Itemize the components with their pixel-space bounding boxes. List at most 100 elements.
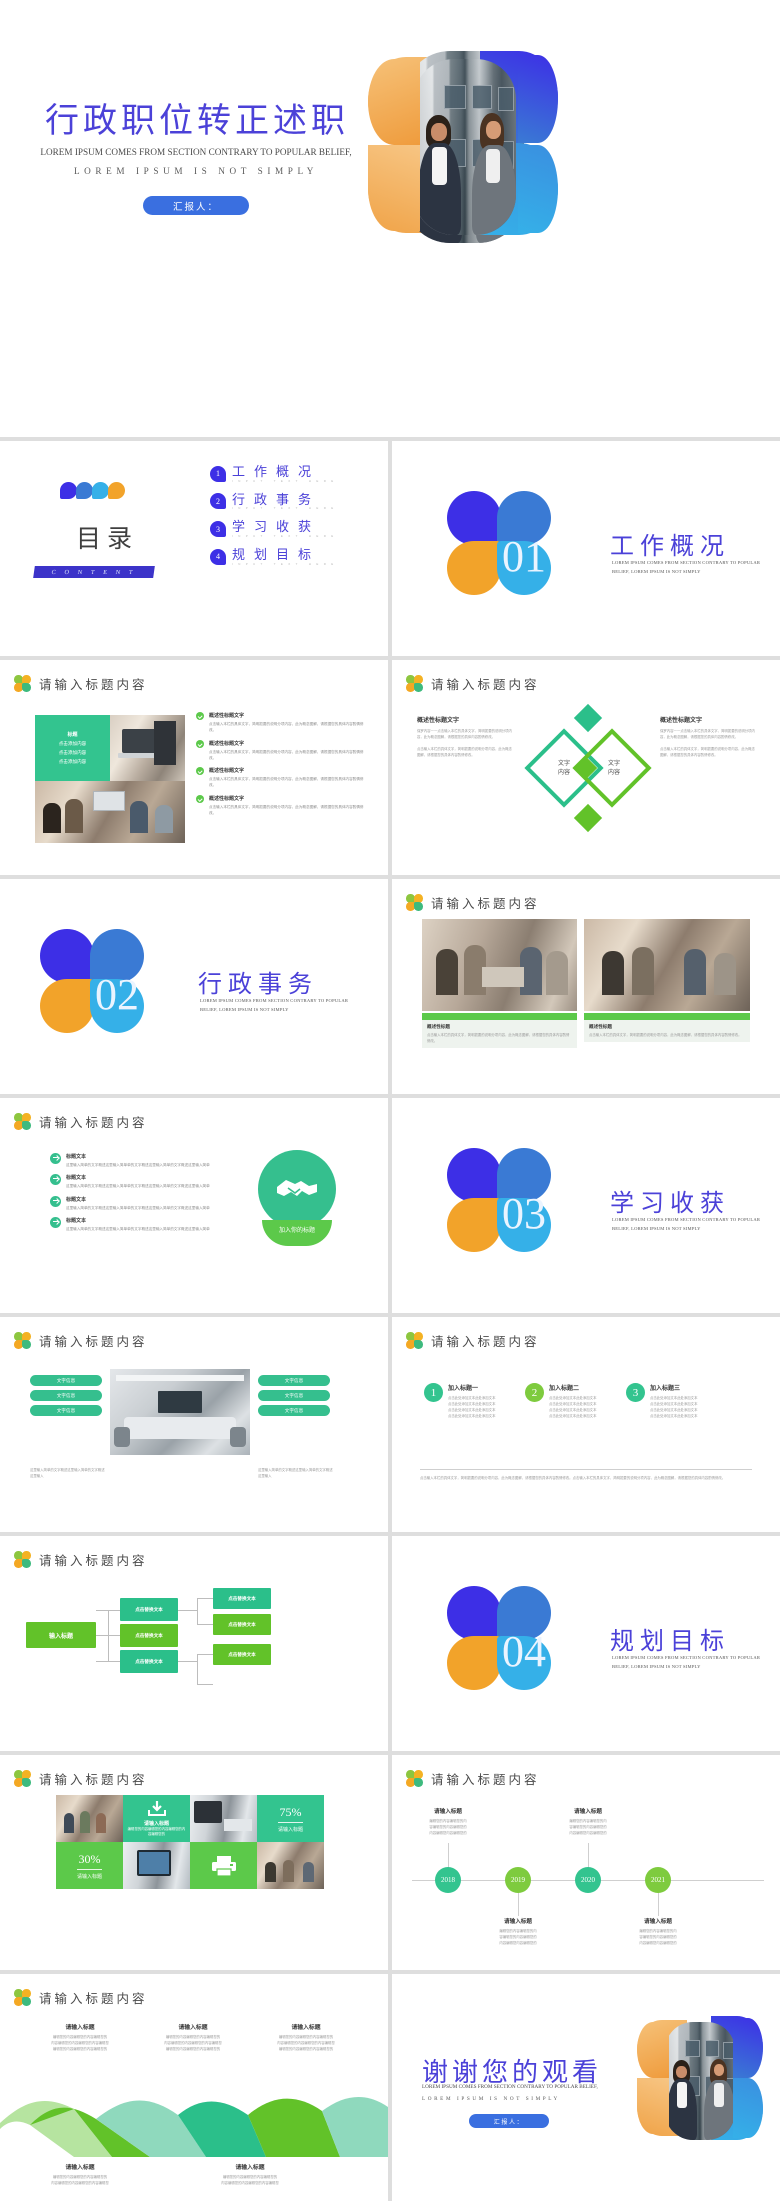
arrow-title: 标题文本 — [66, 1175, 87, 1182]
slide-room-tags: 请输入标题内容 文字信息 文字信息 文字信息 文字信息 文字信息 文字信息 这里… — [0, 1317, 388, 1532]
toc-item-2[interactable]: 2 行政事务 INPUT TEXT HERE — [210, 491, 339, 511]
tag-chip[interactable]: 文字信息 — [258, 1390, 330, 1401]
org-chart-graphic: 输入标题 点击替换文本 点击替换文本 点击替换文本 点击替换文本 点击替换文本 … — [0, 1536, 388, 1751]
cover-presenter-pill[interactable]: 汇报人： — [143, 196, 249, 215]
slide-title: 请输入标题内容 — [39, 1773, 148, 1787]
numbered-body: 点击此处添加文本此处添加文本 点击此处添加文本此处添加文本 点击此处添加文本此处… — [650, 1396, 698, 1419]
ribbon-title: 请输入标题 — [178, 2025, 208, 2031]
tag-chip[interactable]: 文字信息 — [258, 1375, 330, 1386]
slide-header: 请输入标题内容 — [406, 893, 540, 912]
caption-right-title: 概述性标题 — [589, 1024, 612, 1029]
org-node[interactable]: 点击替换文本 — [213, 1588, 271, 1609]
photo-laptop — [110, 715, 185, 781]
tile-download: 请输入标题 编辑您的内容编辑您的内容编辑您的内容编辑您的 — [123, 1795, 190, 1842]
slide-title: 请输入标题内容 — [431, 1773, 540, 1787]
photo-conference-room — [110, 1369, 250, 1455]
ribbon-title: 请输入标题 — [65, 2025, 95, 2031]
arrow-title: 标题文本 — [66, 1154, 87, 1160]
bullet-body: 点击输入本栏的具体文字，简明扼要的说明分项内容，此为概念图解，请根据您的具体内容… — [209, 777, 364, 788]
tag-chip[interactable]: 文字信息 — [30, 1390, 102, 1401]
toc-item-1[interactable]: 1 工作概况 INPUT TEXT HERE — [210, 465, 339, 483]
section-petal-graphic: 02 — [40, 929, 144, 1033]
tag-chip[interactable]: 文字信息 — [30, 1375, 102, 1386]
org-node[interactable]: 点击替换文本 — [213, 1644, 271, 1665]
diamond-right-label: 文字 内容 — [607, 761, 620, 776]
section-title: 学习收获 — [610, 1191, 730, 1217]
toc-item-number: 4 — [210, 548, 226, 565]
section-title: 工作概况 — [610, 534, 730, 560]
ribbon-body: 编辑您的内容编辑您的内容编辑您的 内容编辑您的内容编辑您的内容编辑您 编辑您的内… — [277, 2035, 335, 2052]
org-node[interactable]: 点击替换文本 — [120, 1624, 178, 1647]
numbered-title: 加入标题一 — [448, 1386, 479, 1392]
toc-dots — [60, 482, 126, 499]
slide-toc: 目录 C O N T E N T 1 工作概况 INPUT TEXT HERE … — [0, 441, 388, 656]
thanks-presenter-pill[interactable]: 汇报人： — [469, 2114, 549, 2128]
timeline-year[interactable]: 2019 — [505, 1867, 531, 1893]
ribbon-top-item-2: 请输入标题 编辑您的内容编辑您的内容编辑您的 内容编辑您的内容编辑您的内容编辑您… — [143, 2022, 243, 2052]
flower-icon — [14, 1989, 31, 2006]
section-petal-graphic: 04 — [447, 1586, 551, 1690]
tile-download-title: 请输入标题 — [143, 1820, 169, 1827]
arrow-right-icon — [50, 1195, 61, 1207]
slide-title: 请输入标题内容 — [39, 1116, 148, 1130]
slide-header: 请输入标题内容 — [406, 1331, 540, 1350]
ribbon-body: 编辑您的内容编辑您的内容编辑您的 内容编辑您的内容编辑您的内容编辑您 — [51, 2175, 109, 2186]
card-line: 点击添加内容 — [58, 750, 87, 755]
ribbon-top-item-1: 请输入标题 编辑您的内容编辑您的内容编辑您的 内容编辑您的内容编辑您的内容编辑您… — [30, 2022, 130, 2052]
bullet-body: 点击输入本栏的具体文字，简明扼要的说明分项内容，此为概念图解，请根据您的具体内容… — [209, 722, 364, 733]
arrow-right-icon — [50, 1153, 61, 1164]
timeline-body: 编辑您的内容编辑您的内 容编辑您的内容编辑您的 内容编辑您内容编辑您的 — [639, 1929, 677, 1946]
slide-org-chart: 请输入标题内容 输入标题 点击替换文本 点击替换文本 点击替换文本 点击替换文本… — [0, 1536, 388, 1751]
tag-chip[interactable]: 文字信息 — [258, 1405, 330, 1416]
bullet-item: 概述性标题文字 点击输入本栏的具体文字，简明扼要的说明分项内容，此为概念图解，请… — [196, 712, 368, 734]
flower-icon — [14, 1332, 31, 1349]
slide-header: 请输入标题内容 — [14, 1988, 148, 2007]
toc-item-3[interactable]: 3 学习收获 INPUT TEXT HERE — [210, 520, 339, 538]
section-title: 行政事务 — [198, 972, 318, 998]
caption-right-body: 点击输入本栏的具体文字，简明扼要的说明分项内容，此为概念图解，请根据您的具体内容… — [589, 1033, 742, 1037]
number-badge: 3 — [626, 1383, 645, 1402]
tile-stat-75: 75% 请输入标题 — [257, 1795, 324, 1842]
divider-line — [420, 1469, 752, 1470]
arrow-body: 这里输入简单的文字概述这里输入简单单的文字概述这里输入简单的文字概述这里输入简单 — [66, 1163, 210, 1167]
diamond-accent-top — [573, 703, 603, 733]
org-node[interactable]: 点击替换文本 — [120, 1650, 178, 1673]
stat-label: 请输入标题 — [76, 1868, 102, 1880]
slide-thank-you: 谢谢您的观看 LOREM IPSUM COMES FROM SECTION CO… — [392, 1974, 780, 2201]
slide-numbered-list: 请输入标题内容 1 加入标题一 点击此处添加文本此处添加文本 点击此处添加文本此… — [392, 1317, 780, 1532]
numbered-title: 加入标题三 — [650, 1386, 681, 1392]
toc-item-number: 3 — [210, 521, 226, 538]
toc-item-4[interactable]: 4 规划目标 INPUT TEXT HERE — [210, 548, 339, 566]
org-root-node[interactable]: 输入标题 — [26, 1622, 96, 1648]
check-icon — [196, 712, 204, 720]
timeline-body: 编辑您的内容编辑您的内 容编辑您的内容编辑您的 内容编辑您内容编辑您的 — [499, 1929, 537, 1946]
tag-chip[interactable]: 文字信息 — [30, 1405, 102, 1416]
slide-section-01: 01 工作概况 LOREM IPSUM COMES FROM SECTION C… — [392, 441, 780, 656]
ribbon-bottom-item-1: 请输入标题 编辑您的内容编辑您的内容编辑您的 内容编辑您的内容编辑您的内容编辑您 — [30, 2162, 130, 2186]
bullet-title: 概述性标题文字 — [209, 713, 245, 719]
photo-team-left — [422, 919, 577, 1011]
flower-icon — [406, 894, 423, 911]
org-node[interactable]: 点击替换文本 — [120, 1598, 178, 1621]
green-caption-card: 标题 点击添加内容 点击添加内容 点击添加内容 — [35, 715, 110, 781]
toc-item-title: 行政事务 — [232, 491, 321, 507]
timeline-year[interactable]: 2018 — [435, 1867, 461, 1893]
toc-item-sub: INPUT TEXT HERE — [232, 506, 339, 511]
ribbon-title: 请输入标题 — [65, 2165, 95, 2171]
section-petal-graphic: 03 — [447, 1148, 551, 1252]
photo-team-right — [584, 919, 750, 1011]
toc-item-sub: INPUT TEXT HERE — [232, 533, 339, 538]
check-icon — [196, 794, 204, 803]
timeline-year[interactable]: 2021 — [645, 1867, 671, 1893]
slide-image-bullets: 请输入标题内容 标题 点击添加内容 点击添加内容 点击添加内容 概述性标题文字 … — [0, 660, 388, 875]
arrow-badge: 加入你的标题 — [262, 1220, 332, 1246]
diamond-text-right: 概述性标题文字 保罗内容一一点击输入本栏的具体文字，简明扼要的说明分项内容，此为… — [660, 715, 755, 759]
timeline-year[interactable]: 2020 — [575, 1867, 601, 1893]
ribbon-graphic — [0, 2096, 388, 2157]
ribbon-body: 编辑您的内容编辑您的内容编辑您的 内容编辑您的内容编辑您的内容编辑您 — [221, 2175, 279, 2186]
thanks-subtitle-line2: LOREM IPSUM IS NOT SIMPLY — [422, 2096, 560, 2102]
photo-mosaic-3 — [123, 1842, 190, 1889]
org-node[interactable]: 点击替换文本 — [213, 1614, 271, 1635]
ribbon-body: 编辑您的内容编辑您的内容编辑您的 内容编辑您的内容编辑您的内容编辑您 编辑您的内… — [164, 2035, 222, 2052]
bullet-body: 点击输入本栏的具体文字，简明扼要的说明分项内容，此为概念图解，请根据您的具体内容… — [209, 749, 364, 760]
